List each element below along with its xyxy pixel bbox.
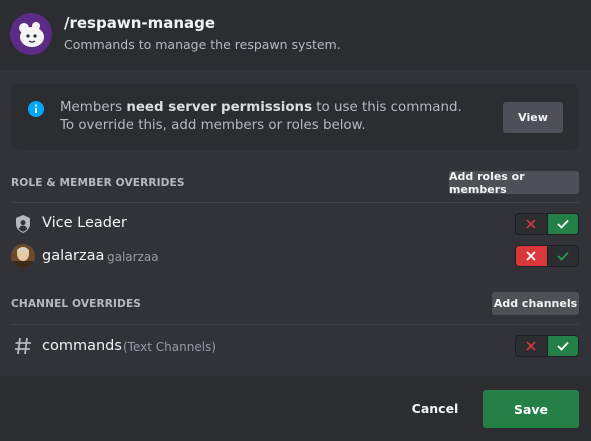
role-member-overrides-title: ROLE & MEMBER OVERRIDES — [11, 177, 185, 189]
add-channels-button[interactable]: Add channels — [492, 292, 579, 315]
command-header: /respawn-manage Commands to manage the r… — [0, 0, 591, 70]
bot-avatar — [10, 13, 52, 55]
permissions-notice: Members need server permissions to use t… — [11, 84, 579, 150]
allow-button[interactable] — [547, 214, 578, 234]
notice-emphasis: need server permissions — [126, 100, 313, 115]
row-name: galarzaa — [42, 248, 105, 264]
add-roles-or-members-button[interactable]: Add roles or members — [449, 170, 579, 196]
check-icon — [557, 251, 569, 261]
notice-text: Members need server permissions to use t… — [60, 100, 462, 133]
deny-button[interactable] — [516, 214, 547, 234]
check-icon — [557, 219, 569, 229]
allow-button[interactable] — [547, 336, 578, 356]
row-name: Vice Leader — [42, 215, 127, 231]
row-username: galarzaa — [107, 250, 159, 264]
divider — [11, 202, 579, 203]
divider — [11, 324, 579, 325]
info-icon — [28, 101, 44, 117]
x-icon — [526, 251, 536, 261]
permission-toggle — [515, 335, 579, 357]
view-button[interactable]: View — [503, 102, 563, 133]
allow-button[interactable] — [547, 246, 578, 266]
channel-overrides-title: CHANNEL OVERRIDES — [11, 298, 142, 310]
permission-toggle — [515, 213, 579, 235]
row-channel-type: (Text Channels) — [123, 340, 216, 354]
command-description: Commands to manage the respawn system. — [64, 37, 341, 52]
modal-footer: Cancel Save — [0, 376, 591, 441]
x-icon — [526, 341, 536, 351]
check-icon — [557, 341, 569, 351]
avatar — [11, 244, 35, 268]
hash-icon — [15, 337, 31, 355]
deny-button[interactable] — [516, 246, 547, 266]
cancel-button[interactable]: Cancel — [400, 398, 470, 418]
x-icon — [526, 219, 536, 229]
command-name: /respawn-manage — [64, 14, 216, 32]
deny-button[interactable] — [516, 336, 547, 356]
shield-role-icon — [16, 215, 30, 233]
permission-toggle — [515, 245, 579, 267]
save-button[interactable]: Save — [483, 390, 579, 428]
row-name: commands — [42, 338, 122, 354]
